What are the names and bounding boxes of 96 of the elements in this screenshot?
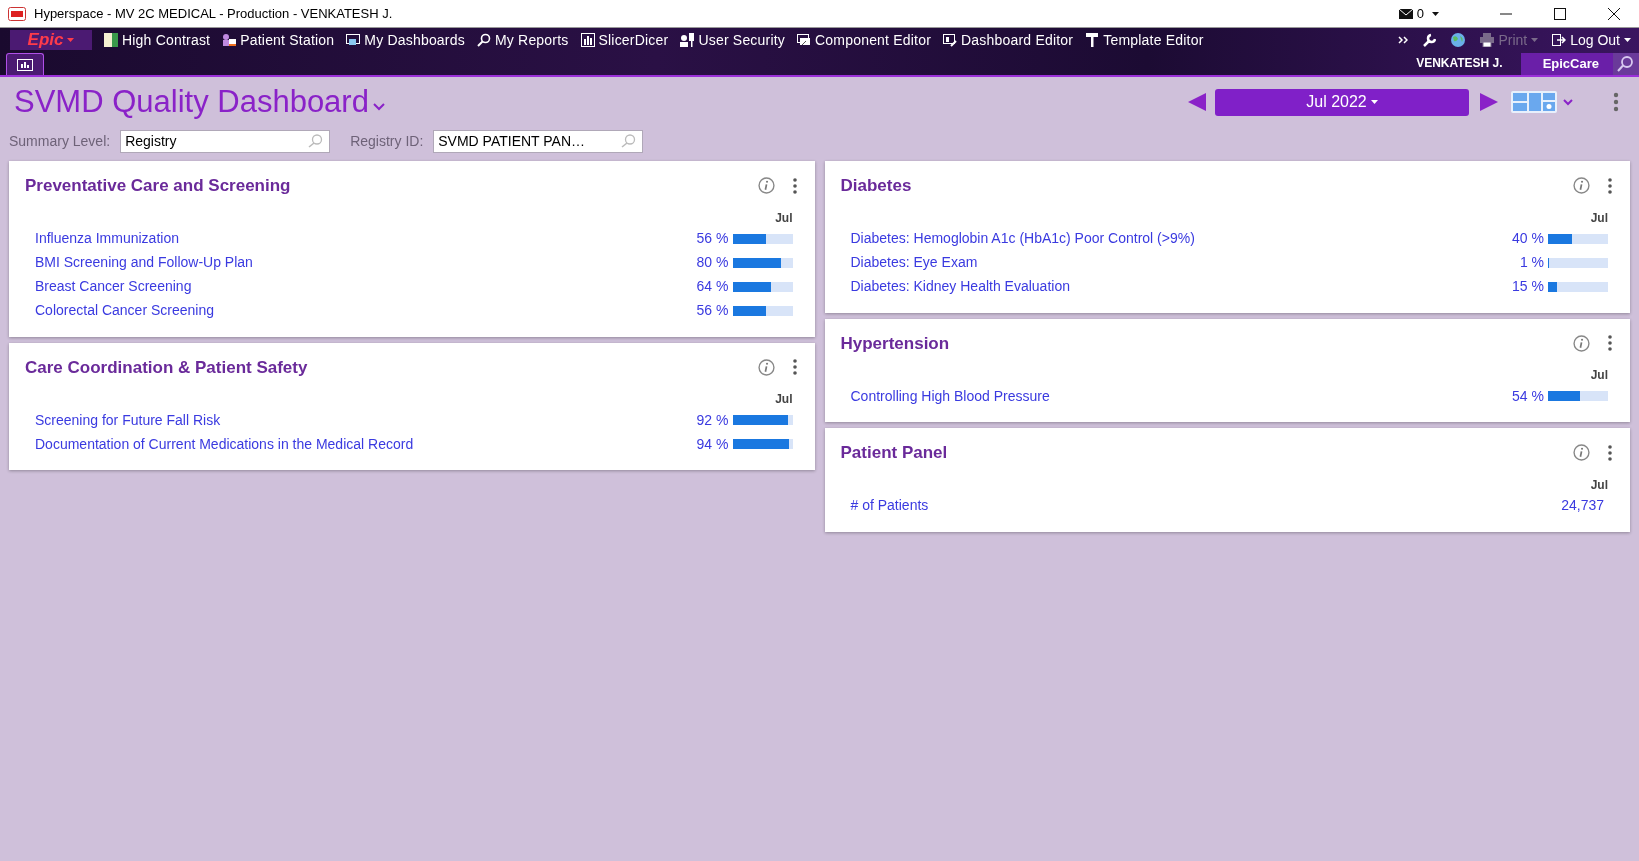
metric-value: 64 % <box>696 277 729 296</box>
more-icon <box>792 359 797 376</box>
globe-icon <box>1450 32 1467 48</box>
caret-icon <box>1432 11 1439 16</box>
metric-link[interactable]: Documentation of Current Medications in the Medical Record <box>35 433 697 455</box>
caret-icon <box>1531 38 1539 42</box>
toolbar-button[interactable]: Log Out <box>1552 29 1631 51</box>
more-icon <box>1608 177 1612 194</box>
dashboard-edit-icon <box>943 33 958 47</box>
toolbar-button[interactable]: User Security <box>680 29 785 51</box>
toolbar-button[interactable]: Patient Station <box>222 29 335 51</box>
toolbar-button[interactable]: High Contrast <box>104 29 211 51</box>
metric-link[interactable]: Screening for Future Fall Risk <box>35 409 697 431</box>
metric-value: 15 % <box>1512 277 1544 296</box>
bar-chart-icon <box>580 33 595 47</box>
column-header: Jul <box>1590 476 1608 494</box>
maximize-icon[interactable] <box>1553 6 1567 21</box>
filter-label: Registry ID: <box>350 131 424 151</box>
metric-link[interactable]: # of Patients <box>850 495 1562 516</box>
next-icon[interactable] <box>1479 92 1499 112</box>
metric-value: 1 % <box>1519 253 1544 272</box>
printer-icon <box>1480 33 1495 47</box>
double-chevron-icon <box>1398 35 1409 45</box>
metric-value: 40 % <box>1512 229 1544 248</box>
toolbar-button[interactable]: Dashboard Editor <box>943 29 1074 51</box>
column-header: Jul <box>775 209 793 227</box>
widget-title: Diabetes <box>840 175 913 197</box>
metric-value: 80 % <box>696 253 729 272</box>
user-name: VENKATESH J. <box>1416 55 1503 72</box>
more-icon <box>792 177 797 194</box>
search-icon <box>308 134 324 148</box>
info-icon <box>1573 444 1590 462</box>
toolbar-button[interactable]: Component Editor <box>797 29 932 51</box>
widget-title: Patient Panel <box>840 442 949 464</box>
window-title: Hyperspace - MV 2C MEDICAL - Production - VENKATESH J. <box>34 4 393 23</box>
metric-value: 56 % <box>696 229 729 248</box>
metric-value: 56 % <box>696 301 729 320</box>
column-header: Jul <box>1590 367 1608 384</box>
metric-link[interactable]: Colorectal Cancer Screening <box>35 300 697 321</box>
search-icon[interactable] <box>1613 53 1639 75</box>
toolbar-button[interactable]: My Dashboards <box>346 29 465 51</box>
metric-link[interactable]: Diabetes: Eye Exam <box>850 252 1520 273</box>
filter-field[interactable]: Registry <box>120 129 331 153</box>
widget-title: Hypertension <box>840 332 951 355</box>
app-name: EpicCare <box>1520 53 1613 75</box>
epic-menu-button[interactable]: Epic <box>10 30 92 50</box>
component-icon <box>797 33 811 47</box>
user-key-icon <box>680 33 695 47</box>
layout-icon[interactable] <box>1511 91 1557 113</box>
dashboard-title: SVMD Quality Dashboard <box>14 82 369 121</box>
metric-value: 54 % <box>1512 386 1544 406</box>
metric-link[interactable]: BMI Screening and Follow-Up Plan <box>35 252 697 273</box>
previous-icon[interactable] <box>1187 92 1207 112</box>
envelope-icon <box>1398 8 1413 19</box>
caret-icon <box>1370 100 1378 104</box>
mail-button[interactable]: 0 <box>1398 3 1439 24</box>
more-icon[interactable] <box>1613 92 1619 112</box>
metric-link[interactable]: Diabetes: Hemoglobin A1c (HbA1c) Poor Control (>9%) <box>850 228 1513 249</box>
chevron-down-icon[interactable] <box>1563 98 1573 106</box>
toolbar-button[interactable]: My Reports <box>476 29 569 51</box>
chart-icon <box>17 58 33 71</box>
toolbar-button[interactable]: Template Editor <box>1085 29 1204 51</box>
contrast-icon <box>104 33 118 47</box>
close-icon[interactable] <box>1607 6 1621 21</box>
toolbar-button[interactable]: SlicerDicer <box>580 29 669 51</box>
column-header: Jul <box>775 391 793 408</box>
wrench-icon <box>1422 33 1437 47</box>
period-dropdown[interactable]: Jul 2022 <box>1215 88 1469 116</box>
info-icon <box>1573 334 1590 352</box>
chevron-down-icon[interactable] <box>372 103 385 111</box>
search-icon <box>621 134 637 148</box>
more-icon <box>1608 444 1612 461</box>
info-icon <box>1573 177 1590 195</box>
metric-value: 24,737 <box>1561 496 1604 515</box>
search-icon <box>476 33 491 47</box>
metric-link[interactable]: Diabetes: Kidney Health Evaluation <box>850 276 1513 297</box>
filter-label: Summary Level: <box>9 131 111 151</box>
caret-icon <box>67 38 75 42</box>
logout-icon <box>1552 33 1567 47</box>
metric-value: 92 % <box>696 410 729 430</box>
app-icon <box>8 6 26 21</box>
info-icon <box>757 177 775 195</box>
metric-link[interactable]: Influenza Immunization <box>35 228 697 249</box>
metric-value: 94 % <box>696 434 729 454</box>
widget-title: Preventative Care and Screening <box>25 175 292 197</box>
patient-icon <box>222 33 237 47</box>
column-header: Jul <box>1590 209 1608 227</box>
widget-title: Care Coordination & Patient Safety <box>25 356 309 379</box>
monitor-icon <box>346 33 361 47</box>
metric-link[interactable]: Breast Cancer Screening <box>35 276 697 297</box>
metric-link[interactable]: Controlling High Blood Pressure <box>850 385 1513 407</box>
dashboard-tab[interactable] <box>6 53 44 75</box>
info-icon <box>757 358 775 376</box>
more-icon <box>1608 335 1612 352</box>
filter-field[interactable]: SVMD PATIENT PAN… <box>433 129 644 153</box>
caret-icon <box>1624 38 1631 42</box>
